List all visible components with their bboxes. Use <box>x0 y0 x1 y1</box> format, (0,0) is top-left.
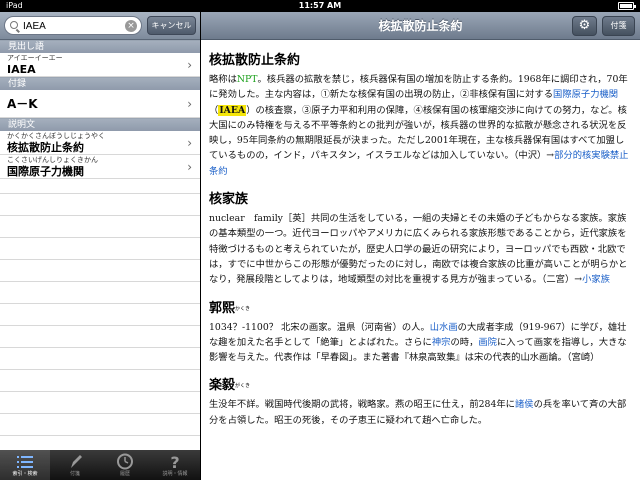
nav-bar: 核拡散防止条約 ⚙ 付箋 <box>201 12 640 40</box>
cross-reference-link[interactable]: 小家族 <box>582 274 610 285</box>
article-entry: 郭熙かくき 1034？-1100？ 北宋の画家。温県（河南省）の人。山水画の大成者… <box>209 300 632 366</box>
battery-icon <box>618 2 636 10</box>
cross-reference-link[interactable]: 神宗 <box>432 337 451 348</box>
entry-title: 核拡散防止条約 <box>209 52 632 70</box>
section-header-headword: 見出し語 <box>0 40 200 53</box>
chevron-right-icon: › <box>187 57 192 72</box>
status-time: 11:57 AM <box>298 1 342 10</box>
body-text: の時， <box>450 336 479 348</box>
tab-label: 履歴 <box>119 471 130 477</box>
article-content[interactable]: 核拡散防止条約略称はNPT。核兵器の拡散を禁じ，核兵器保有国の増加を防止する条約… <box>201 40 640 480</box>
tab-label: 付箋 <box>69 471 80 477</box>
chevron-right-icon: › <box>187 135 192 150</box>
entry-title: 楽毅がくき <box>209 377 632 395</box>
gear-icon: ⚙ <box>578 18 591 33</box>
entry-ruby: かくき <box>235 305 251 312</box>
item-headword: 国際原子力機関 <box>7 165 84 178</box>
list-icon <box>17 456 33 468</box>
entry-body: 略称はNPT。核兵器の拡散を禁じ，核兵器保有国の増加を防止する条約。1968年に… <box>209 72 632 179</box>
item-reading: こくさいげんしりょくきかん <box>7 156 98 164</box>
tab-history[interactable]: 履歴 <box>100 450 150 480</box>
question-icon: ? <box>170 453 179 470</box>
item-headword: 核拡散防止条約 <box>7 141 84 154</box>
item-headword: A－K <box>7 97 38 111</box>
body-text: （ <box>209 104 219 116</box>
search-input[interactable] <box>23 19 123 33</box>
index-panel: × キャンセル 見出し語 アイエーイーエー IAEA › 付録 A－K › 説明… <box>0 12 200 480</box>
chevron-right-icon: › <box>187 96 192 111</box>
body-text: 略称は <box>209 74 237 85</box>
cross-reference-link[interactable]: 国際原子力機関 <box>553 89 618 100</box>
search-highlight: IAEA <box>218 104 247 116</box>
result-list[interactable]: 見出し語 アイエーイーエー IAEA › 付録 A－K › 説明文 かくかくさん… <box>0 40 200 450</box>
search-bar: × キャンセル <box>0 12 200 40</box>
svg-text:?: ? <box>170 453 179 470</box>
entry-title-text: 核拡散防止条約 <box>209 53 301 68</box>
entry-title: 核家族 <box>209 191 632 209</box>
article-entry: 楽毅がくき生没年不詳。戦国時代後期の武将，戦略家。燕の昭王に仕え，前284年に諸… <box>209 377 632 428</box>
section-header-description: 説明文 <box>0 118 200 131</box>
entry-body: nuclear family［英］共同の生活をしている，一組の夫婦とその未婚の子… <box>209 211 632 287</box>
body-text: nuclear family［英］共同の生活をしている，一組の夫婦とその未婚の子… <box>209 213 628 286</box>
body-text: 1034？-1100？ 北宋の画家。温県（河南省）の人。 <box>209 321 430 333</box>
tab-tags[interactable]: 付箋 <box>50 450 100 480</box>
search-icon <box>10 21 18 29</box>
article-entry: 核家族 nuclear family［英］共同の生活をしている，一組の夫婦とその未… <box>209 191 632 287</box>
body-text: 生没年不詳。戦国時代後期の武将，戦略家。燕の昭王に仕え，前284年に <box>209 399 515 411</box>
status-bar: iPad 11:57 AM <box>0 0 640 12</box>
settings-button[interactable]: ⚙ <box>572 16 597 36</box>
abbreviation-link[interactable]: NPT <box>237 74 258 85</box>
tab-label: 索引・検索 <box>12 471 38 477</box>
search-field[interactable]: × <box>4 16 142 35</box>
tab-info[interactable]: ? 説明・情報 <box>150 450 200 480</box>
entry-body: 1034？-1100？ 北宋の画家。温県（河南省）の人。山水画の大成者李成（91… <box>209 320 632 366</box>
tab-bar: 索引・検索 付箋 履歴 ? 説明・情報 <box>0 450 200 480</box>
entry-title-text: 郭熙 <box>209 300 236 316</box>
cross-reference-link[interactable]: 画院 <box>478 337 497 348</box>
list-item[interactable]: A－K › <box>0 90 200 118</box>
cross-reference-link[interactable]: 山水画 <box>430 322 458 333</box>
pencil-icon <box>71 455 82 468</box>
cross-reference-link[interactable]: 諸侯 <box>515 399 534 410</box>
add-tag-button[interactable]: 付箋 <box>602 16 635 36</box>
list-item[interactable]: こくさいげんしりょくきかん 国際原子力機関 › <box>0 155 200 179</box>
clock-icon <box>117 453 133 470</box>
tab-index-search[interactable]: 索引・検索 <box>0 450 50 480</box>
item-reading: アイエーイーエー <box>7 54 63 62</box>
clear-icon[interactable]: × <box>125 20 137 32</box>
entry-body: 生没年不詳。戦国時代後期の武将，戦略家。燕の昭王に仕え，前284年に諸侯の兵を率… <box>209 397 632 428</box>
item-reading: かくかくさんぼうしじょうやく <box>7 132 105 140</box>
cancel-button[interactable]: キャンセル <box>147 16 196 35</box>
tab-label: 説明・情報 <box>162 471 188 477</box>
article-panel: 核拡散防止条約 ⚙ 付箋 核拡散防止条約略称はNPT。核兵器の拡散を禁じ，核兵器… <box>201 12 640 480</box>
list-item[interactable]: アイエーイーエー IAEA › <box>0 53 200 77</box>
chevron-right-icon: › <box>187 159 192 174</box>
entry-title-text: 核家族 <box>209 192 249 208</box>
section-header-appendix: 付録 <box>0 77 200 90</box>
entry-ruby: がくき <box>235 383 251 390</box>
list-item[interactable]: かくかくさんぼうしじょうやく 核拡散防止条約 › <box>0 131 200 155</box>
article-entry: 核拡散防止条約略称はNPT。核兵器の拡散を禁じ，核兵器保有国の増加を防止する条約… <box>209 52 632 179</box>
item-headword: IAEA <box>7 63 36 76</box>
entry-title-text: 楽毅 <box>209 378 236 394</box>
entry-title: 郭熙かくき <box>209 300 632 318</box>
